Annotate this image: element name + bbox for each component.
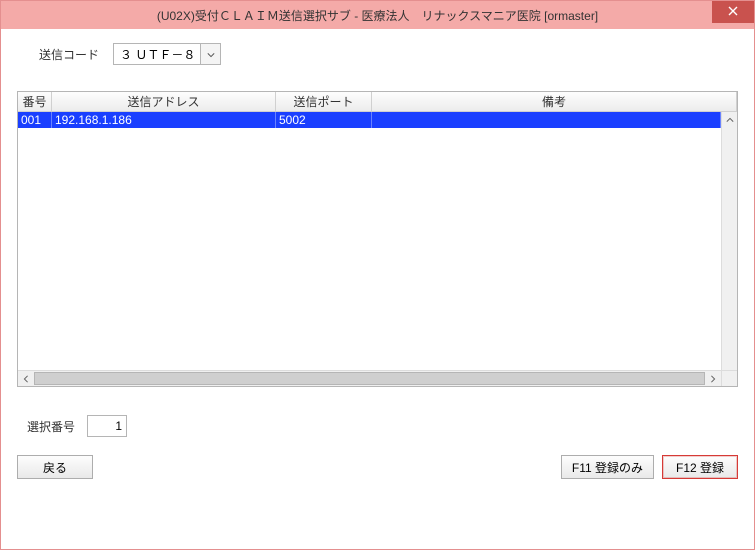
close-button[interactable]: [712, 1, 754, 23]
encoding-row: 送信コード: [39, 43, 738, 65]
encoding-label: 送信コード: [39, 46, 99, 63]
hscroll-thumb[interactable]: [34, 372, 705, 385]
back-button[interactable]: 戻る: [17, 455, 93, 479]
chevron-up-icon: [726, 113, 734, 127]
f12-register-button[interactable]: F12 登録: [662, 455, 738, 479]
window: (U02X)受付ＣＬＡＩＭ送信選択サブ - 医療法人 リナックスマニア医院 [o…: [0, 0, 755, 550]
address-table: 番号 送信アドレス 送信ポート 備考 001 192.168.1.186 500…: [17, 91, 738, 387]
chevron-left-icon: [22, 372, 30, 386]
window-title: (U02X)受付ＣＬＡＩＭ送信選択サブ - 医療法人 リナックスマニア医院 [o…: [1, 7, 754, 24]
table-header: 番号 送信アドレス 送信ポート 備考: [18, 92, 737, 112]
cell-memo: [372, 112, 721, 128]
vertical-scrollbar[interactable]: [721, 112, 737, 370]
hscroll-track[interactable]: [34, 371, 705, 386]
scroll-corner: [721, 370, 737, 386]
col-header-port[interactable]: 送信ポート: [276, 92, 372, 111]
horizontal-scrollbar[interactable]: [18, 370, 721, 386]
chevron-right-icon: [709, 372, 717, 386]
scroll-left-button[interactable]: [18, 371, 34, 387]
encoding-dropdown-button[interactable]: [200, 44, 220, 64]
selection-label: 選択番号: [27, 418, 75, 435]
selection-row: 選択番号: [27, 415, 738, 437]
client-area: 送信コード 番号 送信アドレス 送信ポート 備考 001: [1, 29, 754, 549]
chevron-down-icon: [207, 47, 215, 61]
button-bar: 戻る F11 登録のみ F12 登録: [17, 455, 738, 479]
scroll-right-button[interactable]: [705, 371, 721, 387]
selection-input[interactable]: [87, 415, 127, 437]
table-body: 001 192.168.1.186 5002: [18, 112, 721, 370]
f11-register-only-button[interactable]: F11 登録のみ: [561, 455, 654, 479]
scroll-up-button[interactable]: [722, 112, 738, 128]
encoding-input[interactable]: [114, 44, 200, 64]
col-header-address[interactable]: 送信アドレス: [52, 92, 276, 111]
encoding-combobox[interactable]: [113, 43, 221, 65]
table-body-viewport: 001 192.168.1.186 5002: [18, 112, 737, 386]
table-row[interactable]: 001 192.168.1.186 5002: [18, 112, 721, 128]
col-header-number[interactable]: 番号: [18, 92, 52, 111]
col-header-memo[interactable]: 備考: [372, 92, 737, 111]
cell-number: 001: [18, 112, 52, 128]
close-icon: [728, 5, 738, 19]
titlebar: (U02X)受付ＣＬＡＩＭ送信選択サブ - 医療法人 リナックスマニア医院 [o…: [1, 1, 754, 29]
cell-address: 192.168.1.186: [52, 112, 276, 128]
cell-port: 5002: [276, 112, 372, 128]
